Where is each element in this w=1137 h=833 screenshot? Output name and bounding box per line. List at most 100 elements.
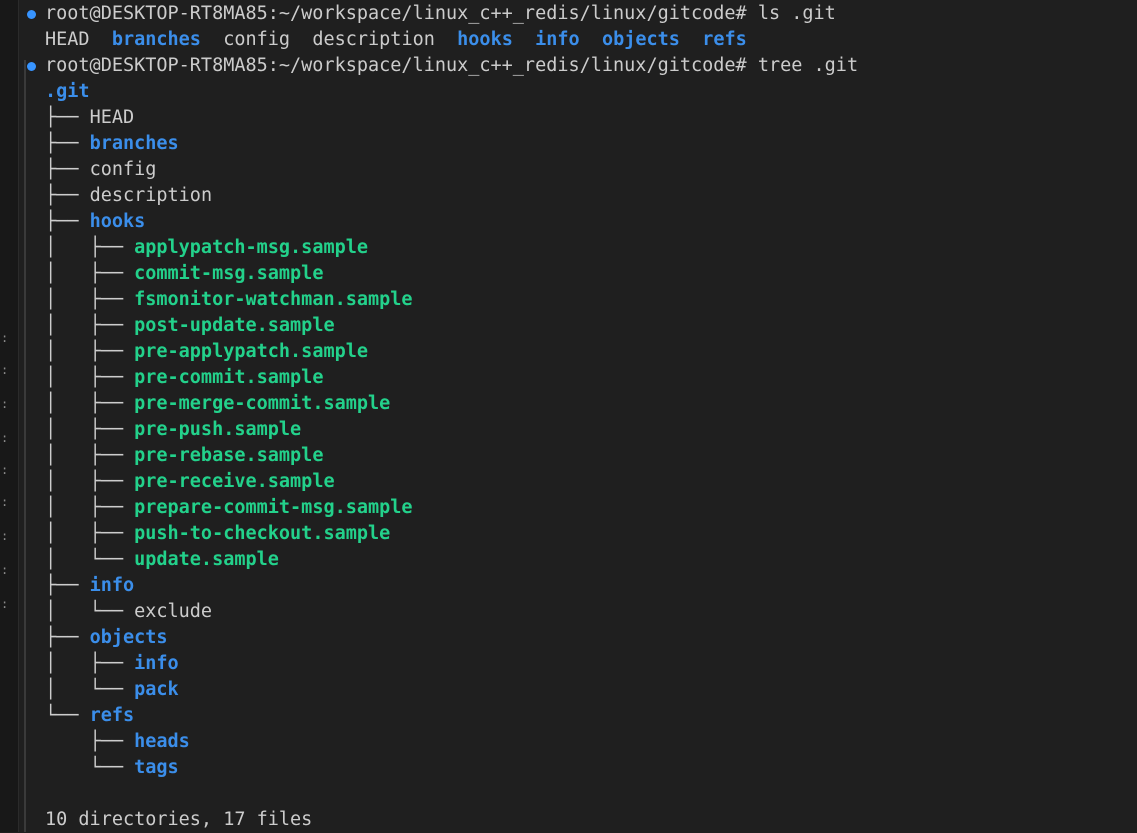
tree-entry: │ ├── pre-commit.sample — [45, 365, 323, 391]
tree-entry-name: description — [89, 185, 213, 206]
command-decoration-bar — [24, 60, 26, 832]
tree-branch-lines: └── — [45, 705, 90, 726]
prompt-line: root@DESKTOP-RT8MA85:~/workspace/linux_c… — [27, 53, 859, 79]
tree-entry: │ ├── pre-push.sample — [45, 417, 301, 443]
tree-branch-lines: ├── — [45, 575, 90, 596]
command-text: tree .git — [757, 55, 859, 76]
tree-entry: ├── info — [45, 573, 134, 599]
gutter-mark: : — [1, 397, 9, 411]
tree-entry: ├── description — [45, 183, 212, 209]
tree-entry: ├── hooks — [45, 209, 145, 235]
tree-entry-name: pre-applypatch.sample — [134, 341, 369, 362]
tree-entry-name: pack — [134, 679, 179, 700]
gutter-mark: : — [1, 363, 9, 377]
tree-entry: ├── HEAD — [45, 105, 134, 131]
tree-entry: │ └── update.sample — [45, 547, 279, 573]
tree-branch-lines: ├── — [45, 133, 90, 154]
tree-entry: │ ├── pre-applypatch.sample — [45, 339, 368, 365]
tree-branch-lines: ├── — [45, 107, 90, 128]
ls-entry: description — [312, 29, 435, 50]
ls-entry: info — [535, 29, 580, 50]
gutter-mark: : — [1, 529, 9, 543]
tree-entry-name: pre-receive.sample — [134, 471, 335, 492]
tree-entry: └── refs — [45, 703, 134, 729]
tree-entry: ├── objects — [45, 625, 168, 651]
tree-branch-lines: │ ├── — [45, 471, 135, 492]
tree-root-line: .git — [45, 79, 90, 105]
tree-entry: │ ├── pre-receive.sample — [45, 469, 335, 495]
ls-entry: hooks — [457, 29, 513, 50]
tree-branch-lines: │ ├── — [45, 523, 135, 544]
shell-prompt: root@DESKTOP-RT8MA85:~/workspace/linux_c… — [45, 3, 747, 24]
tree-entry-name: info — [89, 575, 135, 596]
tree-entry-name: heads — [134, 731, 190, 752]
tree-branch-lines: │ └── — [45, 549, 135, 570]
tree-branch-lines: │ ├── — [45, 367, 135, 388]
tree-entry-name: pre-rebase.sample — [134, 445, 324, 466]
tree-entry: │ └── pack — [45, 677, 179, 703]
gutter-mark: : — [1, 563, 9, 577]
gutter-mark: : — [1, 495, 9, 509]
tree-branch-lines: │ ├── — [45, 653, 135, 674]
tree-entry-name: update.sample — [134, 549, 279, 570]
ls-entry: objects — [601, 29, 680, 50]
tree-entry-name: pre-commit.sample — [134, 367, 324, 388]
tree-entry-name: hooks — [89, 211, 146, 232]
tree-branch-lines: ├── — [45, 211, 90, 232]
tree-entry-name: post-update.sample — [134, 315, 335, 336]
tree-branch-lines: │ ├── — [45, 315, 135, 336]
tree-entry: │ ├── push-to-checkout.sample — [45, 521, 390, 547]
tree-branch-lines: │ ├── — [45, 445, 135, 466]
tree-entry: ├── branches — [45, 131, 179, 157]
tree-entry-name: branches — [89, 133, 179, 154]
tree-entry-name: info — [134, 653, 179, 674]
tree-branch-lines: ├── — [45, 185, 90, 206]
gutter-mark: : — [1, 597, 9, 611]
tree-entry: │ ├── fsmonitor-watchman.sample — [45, 287, 413, 313]
command-text: ls .git — [757, 3, 836, 24]
command-status-dot-icon[interactable] — [27, 62, 36, 71]
tree-entry: │ ├── applypatch-msg.sample — [45, 235, 368, 261]
tree-entry: ├── heads — [45, 729, 190, 755]
tree-branch-lines: │ └── — [45, 601, 135, 622]
gutter-mark: : — [1, 463, 9, 477]
tree-entry-name: applypatch-msg.sample — [134, 237, 369, 258]
tree-entry-name: exclude — [134, 601, 213, 622]
tree-root: .git — [45, 81, 90, 102]
tree-branch-lines: ├── — [45, 159, 90, 180]
tree-entry-name: refs — [89, 705, 135, 726]
tree-entry-name: tags — [134, 757, 179, 778]
tree-branch-lines: │ ├── — [45, 289, 135, 310]
ls-entry: config — [223, 29, 291, 50]
tree-entry-name: push-to-checkout.sample — [134, 523, 391, 544]
tree-summary: 10 directories, 17 files — [45, 809, 313, 830]
ls-entry: refs — [702, 29, 747, 50]
tree-branch-lines: │ ├── — [45, 497, 135, 518]
tree-entry-name: commit-msg.sample — [134, 263, 324, 284]
tree-branch-lines: │ ├── — [45, 263, 135, 284]
tree-entry-name: pre-push.sample — [134, 419, 302, 440]
summary-line: 10 directories, 17 files — [45, 807, 312, 833]
tree-entry-name: objects — [89, 627, 168, 648]
tree-branch-lines: │ ├── — [45, 237, 135, 258]
tree-entry: └── tags — [45, 755, 179, 781]
tree-entry: │ ├── prepare-commit-msg.sample — [45, 495, 413, 521]
tree-entry-name: pre-merge-commit.sample — [134, 393, 391, 414]
shell-prompt: root@DESKTOP-RT8MA85:~/workspace/linux_c… — [45, 55, 747, 76]
tree-branch-lines: │ └── — [45, 679, 135, 700]
tree-entry: ├── config — [45, 157, 156, 183]
tree-branch-lines: │ ├── — [45, 393, 135, 414]
prompt-line: root@DESKTOP-RT8MA85:~/workspace/linux_c… — [27, 1, 836, 27]
tree-branch-lines: │ ├── — [45, 419, 135, 440]
tree-branch-lines: └── — [45, 757, 135, 778]
tree-entry: │ └── exclude — [45, 599, 212, 625]
command-status-dot-icon[interactable] — [27, 10, 36, 19]
ls-entry: HEAD — [45, 29, 90, 50]
tree-entry-name: config — [89, 159, 157, 180]
editor-gutter: ::::::::: — [0, 0, 19, 832]
tree-branch-lines: ├── — [45, 627, 90, 648]
ls-output-line: HEAD branches config description hooks i… — [45, 27, 747, 53]
tree-entry-name: HEAD — [89, 107, 135, 128]
tree-entry-name: fsmonitor-watchman.sample — [134, 289, 413, 310]
gutter-mark: : — [1, 331, 9, 345]
